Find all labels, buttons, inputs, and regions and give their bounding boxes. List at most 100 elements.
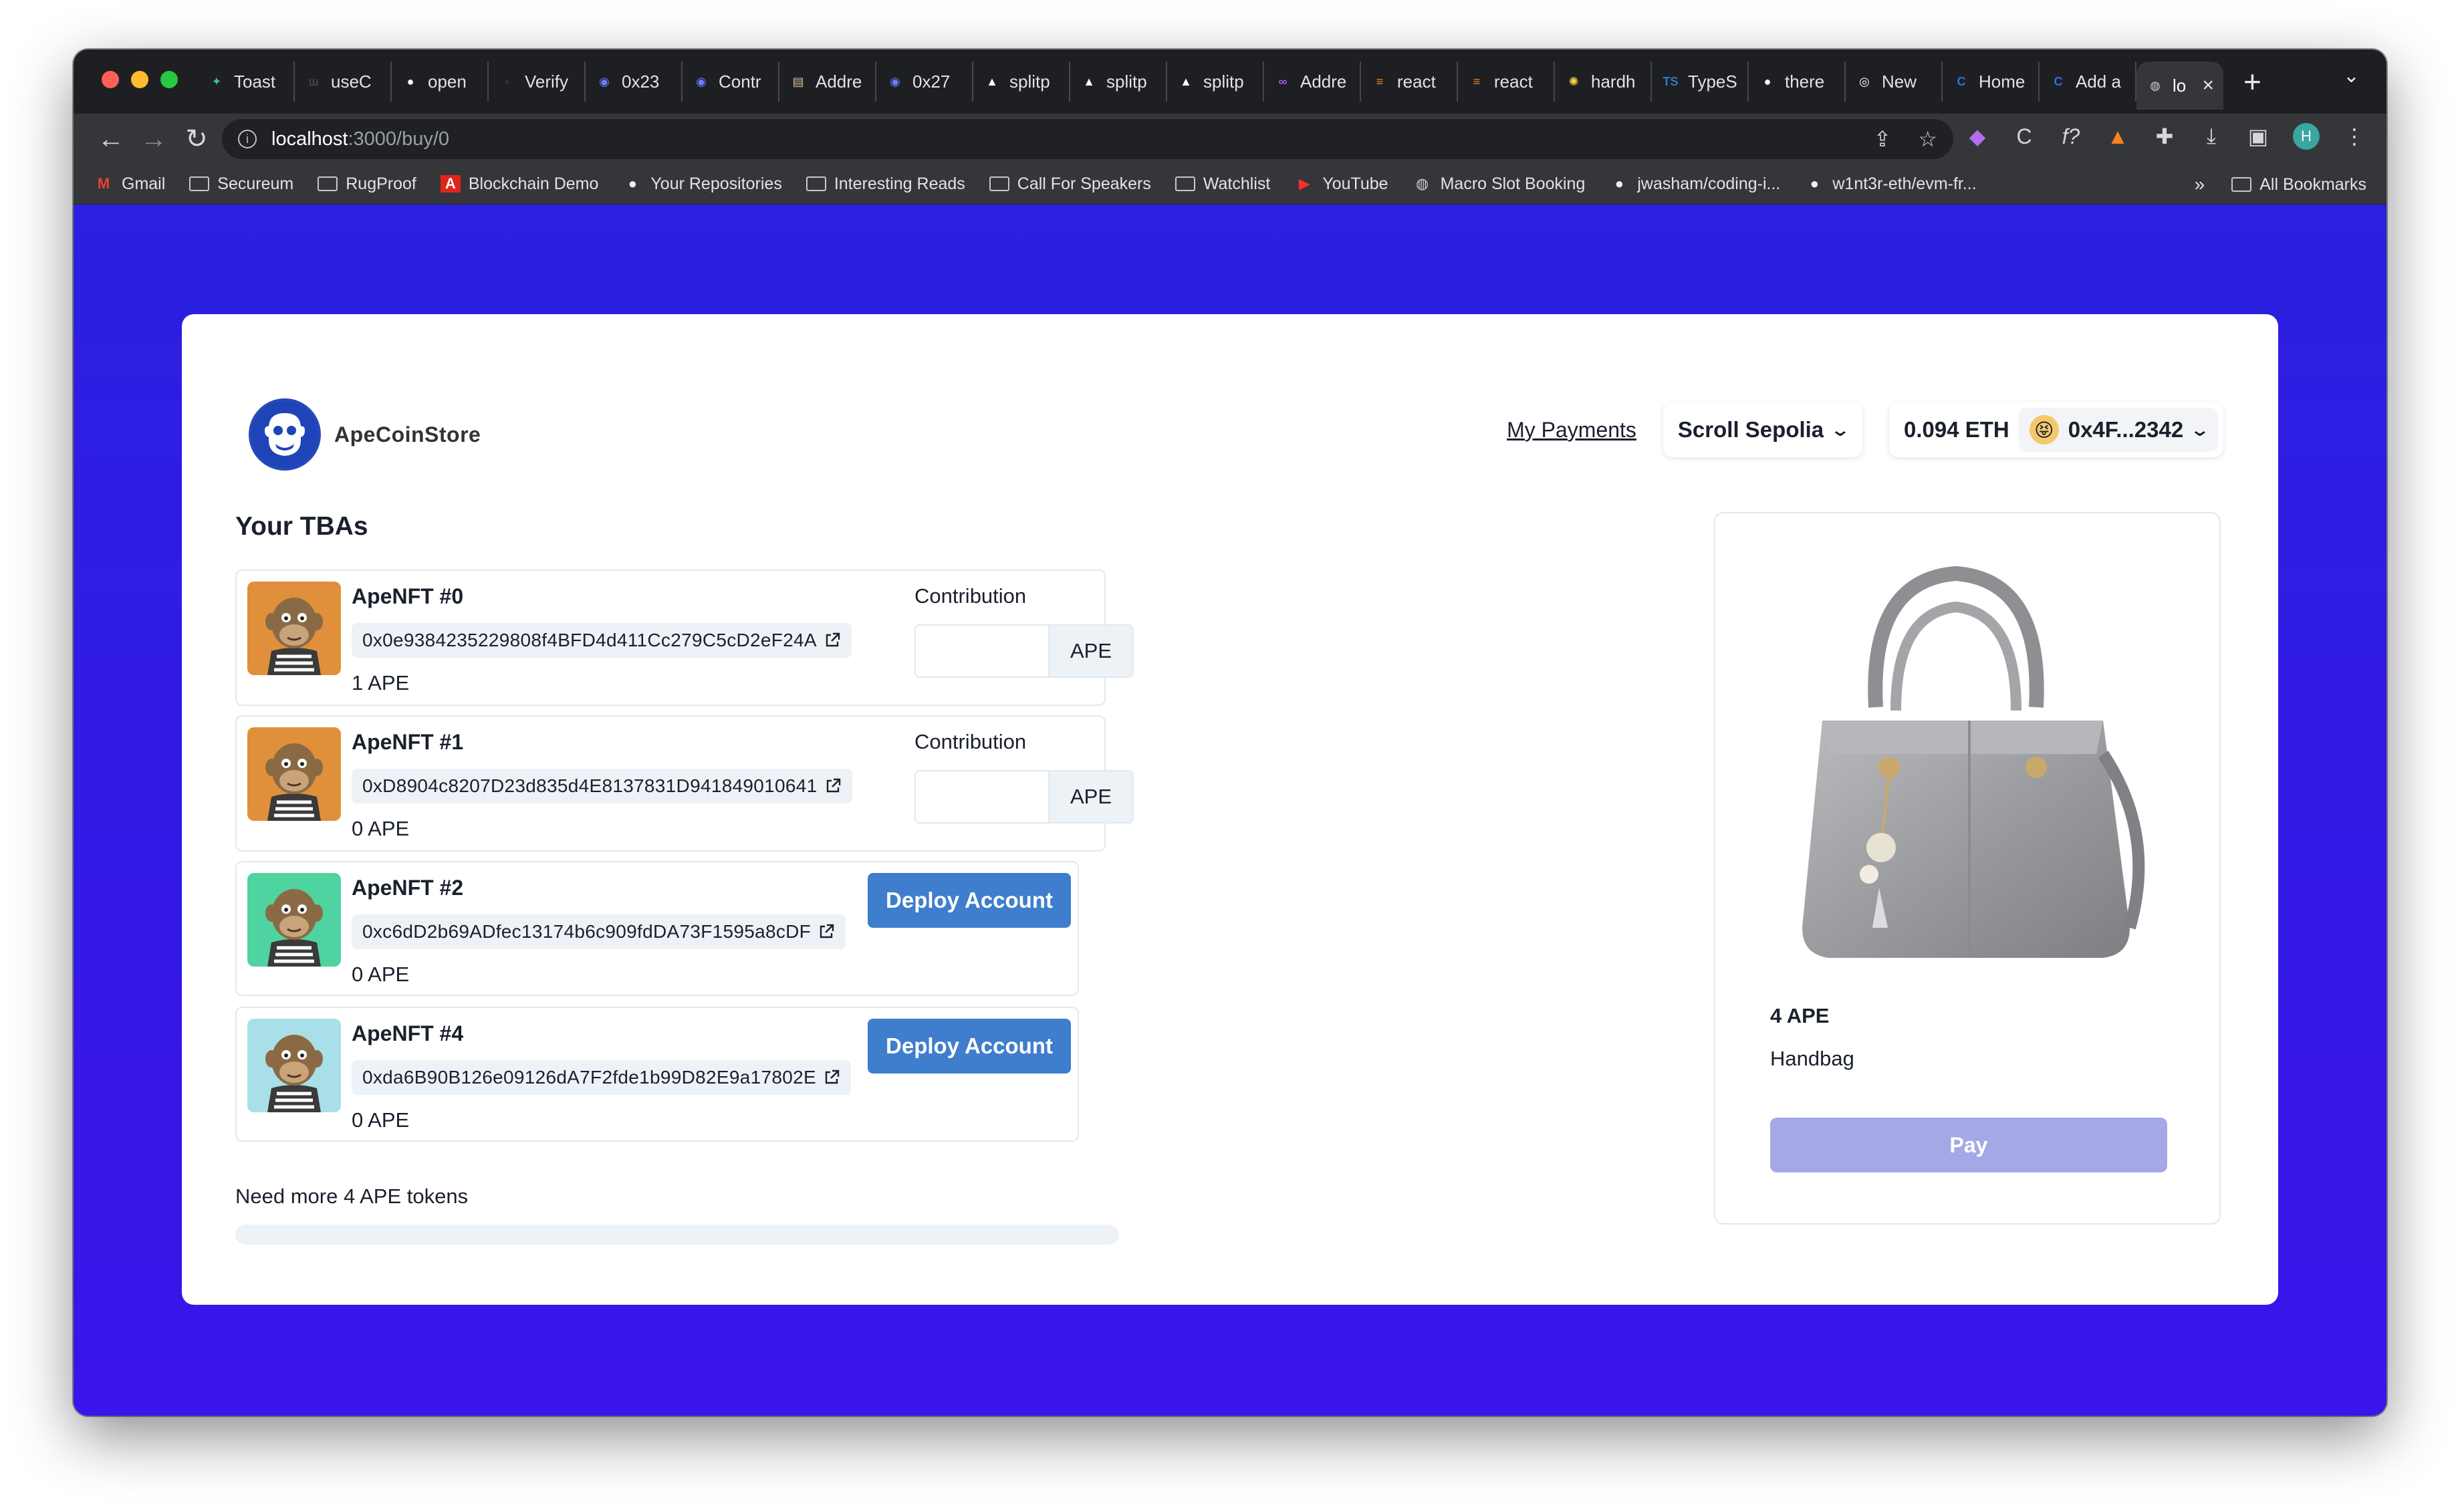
tba-address: 0xD8904c8207D23d835d4E8137831D9418490106… — [362, 775, 818, 796]
bookmark-item[interactable]: Interesting Reads — [806, 174, 965, 194]
scroll-icon: ▤ — [792, 74, 804, 88]
vercel-icon: ▲ — [1180, 74, 1192, 88]
external-link-icon — [823, 1069, 840, 1086]
brand[interactable]: ApeCoinStore — [249, 398, 481, 471]
browser-tab[interactable]: ▲ splitp — [1070, 61, 1167, 102]
address-bar[interactable]: i localhost:3000/buy/0 ⇪ ☆ — [222, 119, 1953, 159]
bookmark-item[interactable]: Watchlist — [1175, 174, 1270, 194]
all-bookmarks[interactable]: All Bookmarks — [2231, 175, 2366, 195]
tba-address-link[interactable]: 0xda6B90B126e09126dA7F2fde1b99D82E9a1780… — [352, 1060, 851, 1095]
new-tab-button[interactable]: + — [2243, 64, 2261, 100]
minimize-window-button[interactable] — [131, 71, 148, 88]
extensions-puzzle-icon[interactable]: ✚ — [2152, 124, 2177, 148]
extension-c-icon[interactable]: C — [2012, 124, 2036, 148]
contribution-input[interactable] — [916, 771, 1048, 822]
browser-tab[interactable]: ● there — [1749, 61, 1846, 102]
browser-tab[interactable]: ◎ New — [1846, 61, 1943, 102]
browser-tab[interactable]: ≡ react — [1361, 61, 1458, 102]
browser-tab[interactable]: ◉ 0x23 — [586, 61, 683, 102]
browser-tab[interactable]: ✺ hardh — [1555, 61, 1652, 102]
contribution-unit: APE — [1048, 771, 1132, 822]
bookmark-item[interactable]: ● w1nt3r-eth/evm-fr... — [1804, 174, 1977, 194]
bookmark-item[interactable]: Secureum — [189, 174, 293, 194]
tba-row: ApeNFT #1 0xD8904c8207D23d835d4E8137831D9… — [235, 715, 1134, 852]
browser-tab[interactable]: ✦ Toast — [198, 61, 295, 102]
tab-label: New — [1882, 71, 1917, 92]
close-tab-icon[interactable]: × — [2202, 74, 2214, 97]
reload-icon[interactable]: ↻ — [175, 124, 218, 154]
browser-tab[interactable]: ∞ Addre — [1264, 61, 1361, 102]
tba-address: 0xc6dD2b69ADfec13174b6c909fdDA73F1595a8c… — [362, 921, 812, 942]
account-chip[interactable]: 😝 0x4F...2342 ⌄ — [2018, 408, 2218, 452]
browser-tab[interactable]: C Home — [1943, 61, 2040, 102]
browser-tab[interactable]: ш useC — [295, 61, 392, 102]
menu-kebab-icon[interactable]: ⋮ — [2342, 124, 2366, 148]
browser-tab[interactable]: ◉ 0x27 — [876, 61, 973, 102]
browser-tab[interactable]: ● open — [392, 61, 489, 102]
tab-search-icon[interactable]: ⌄ — [2343, 64, 2360, 88]
tab-label: open — [428, 71, 467, 92]
profile-avatar[interactable]: H — [2293, 123, 2320, 150]
browser-tab[interactable]: ▤ Addre — [779, 61, 876, 102]
contribution-input-group: APE — [914, 624, 1134, 678]
active-browser-tab[interactable]: ◍ lo × — [2136, 61, 2223, 110]
bookmark-label: Gmail — [122, 174, 166, 193]
bookmark-item[interactable]: ◍ Macro Slot Booking — [1412, 174, 1585, 194]
extension-f-icon[interactable]: f? — [2059, 124, 2083, 148]
bookmark-star-icon[interactable]: ☆ — [1918, 126, 1937, 152]
my-payments-link[interactable]: My Payments — [1507, 418, 1636, 443]
bookmark-item[interactable]: RugProof — [318, 174, 416, 194]
bookmark-item[interactable]: ▶ YouTube — [1294, 174, 1388, 194]
tba-row: ApeNFT #2 0xc6dD2b69ADfec13174b6c909fdDA7… — [235, 861, 1079, 996]
bookmark-label: jwasham/coding-i... — [1637, 174, 1781, 193]
bookmark-item[interactable]: ● Your Repositories — [622, 174, 782, 194]
tba-address-link[interactable]: 0xc6dD2b69ADfec13174b6c909fdDA73F1595a8c… — [352, 914, 846, 949]
browser-tab[interactable]: TS TypeS — [1652, 61, 1749, 102]
tba-balance: 0 APE — [352, 1108, 410, 1132]
tba-address-link[interactable]: 0x0e9384235229808f4BFD4d411Cc279C5cD2eF2… — [352, 623, 852, 658]
side-panel-icon[interactable]: ▣ — [2246, 124, 2270, 148]
forward-icon[interactable]: → — [132, 124, 175, 154]
header-actions: My Payments Scroll Sepolia ⌄ 0.094 ETH 😝… — [1507, 402, 2223, 457]
tba-address-link[interactable]: 0xD8904c8207D23d835d4E8137831D9418490106… — [352, 769, 852, 803]
tab-label: lo — [2173, 75, 2187, 96]
tab-label: hardh — [1591, 71, 1636, 92]
bookmark-item[interactable]: Call For Speakers — [989, 174, 1151, 194]
account-avatar: 😝 — [2029, 415, 2059, 445]
tba-name: ApeNFT #0 — [352, 584, 464, 608]
account-button[interactable]: 0.094 ETH 😝 0x4F...2342 ⌄ — [1888, 402, 2223, 457]
browser-tab[interactable]: ▲ splitp — [973, 61, 1070, 102]
browser-tab[interactable]: ◉ Contr — [683, 61, 779, 102]
tba-name: ApeNFT #1 — [352, 730, 464, 754]
bookmark-item[interactable]: M Gmail — [94, 174, 165, 194]
deploy-account-button[interactable]: Deploy Account — [868, 873, 1071, 928]
adobe-icon: A — [440, 175, 461, 193]
share-icon[interactable]: ⇪ — [1874, 126, 1892, 152]
browser-tab[interactable]: ▲ splitp — [1167, 61, 1264, 102]
extension-fox-icon[interactable]: ◆ — [1965, 124, 1989, 148]
extension-metamask-icon[interactable]: ▲ — [2106, 124, 2130, 148]
contribution-input[interactable] — [916, 626, 1048, 676]
bookmark-item[interactable]: ● jwasham/coding-i... — [1609, 174, 1781, 194]
close-window-button[interactable] — [102, 71, 119, 88]
tab-label: Add a — [2076, 71, 2121, 92]
external-link-icon — [824, 632, 841, 649]
link-icon: ∞ — [1278, 74, 1287, 88]
deploy-account-button[interactable]: Deploy Account — [868, 1019, 1071, 1074]
gmail-icon: M — [97, 175, 110, 192]
browser-tab[interactable]: C Add a — [2040, 61, 2136, 102]
site-info-icon[interactable]: i — [238, 130, 257, 148]
back-icon[interactable]: ← — [90, 124, 132, 154]
download-icon[interactable]: ⤓ — [2199, 124, 2223, 148]
bookmarks-overflow-button[interactable]: » — [2195, 174, 2205, 195]
browser-tab[interactable]: ≡ react — [1458, 61, 1555, 102]
pay-button[interactable]: Pay — [1770, 1118, 2167, 1172]
maximize-window-button[interactable] — [160, 71, 178, 88]
usehooks-icon: ш — [308, 74, 319, 88]
tab-label: Addre — [1300, 71, 1347, 92]
brand-name: ApeCoinStore — [334, 422, 481, 447]
browser-tab[interactable]: ◦ Verify — [489, 61, 586, 102]
bookmark-item[interactable]: A Blockchain Demo — [440, 174, 598, 194]
product-card: 4 APE Handbag Pay — [1714, 512, 2221, 1225]
network-selector[interactable]: Scroll Sepolia ⌄ — [1663, 402, 1862, 457]
